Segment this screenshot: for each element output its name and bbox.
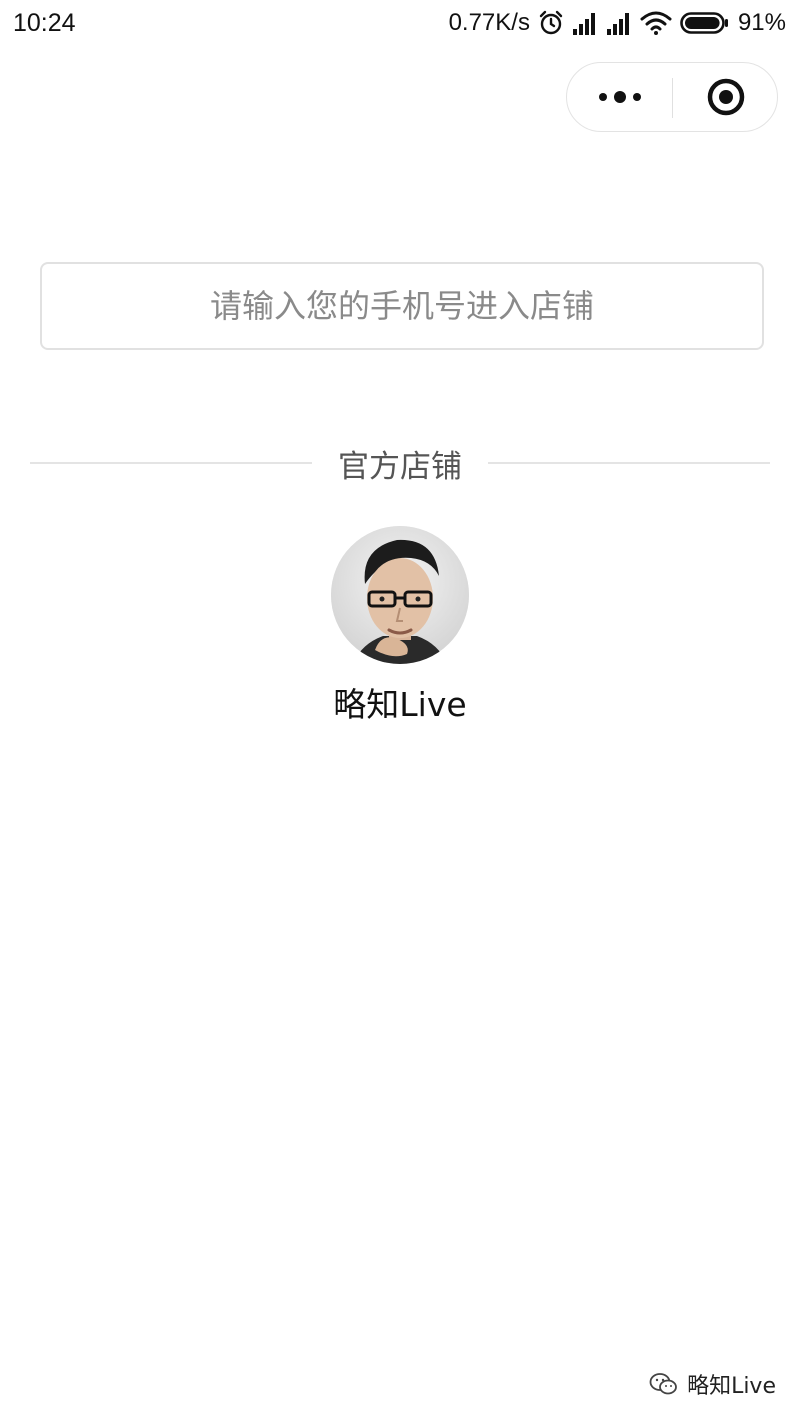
more-button[interactable] [567,63,673,131]
phone-input-box [40,262,764,350]
store-item[interactable]: 略知Live [300,526,500,726]
signal-icon [606,11,632,35]
status-bar: 10:24 0.77K/s 91% [0,0,800,46]
section-heading: 官方店铺 [30,440,770,486]
network-speed: 0.77K/s [448,9,530,36]
more-dots-icon [599,91,641,103]
wifi-icon [640,11,672,35]
section-divider-left [30,462,312,464]
wechat-logo-icon [649,1373,677,1395]
phone-number-input[interactable] [42,264,762,348]
target-circle-icon [707,78,745,116]
section-divider-right [488,462,770,464]
close-button[interactable] [673,63,779,131]
avatar [331,526,469,664]
battery-percent: 91% [737,9,786,36]
status-time: 10:24 [13,9,76,37]
section-title: 官方店铺 [338,448,462,485]
signal-icon [572,11,598,35]
status-indicators: 0.77K/s 91% [449,8,786,38]
mini-program-capsule [566,62,778,132]
alarm-icon [538,10,564,36]
watermark-text: 略知Live [687,1374,776,1399]
watermark: 略知Live [649,1368,776,1400]
battery-icon [680,11,730,35]
store-name: 略知Live [333,685,467,724]
